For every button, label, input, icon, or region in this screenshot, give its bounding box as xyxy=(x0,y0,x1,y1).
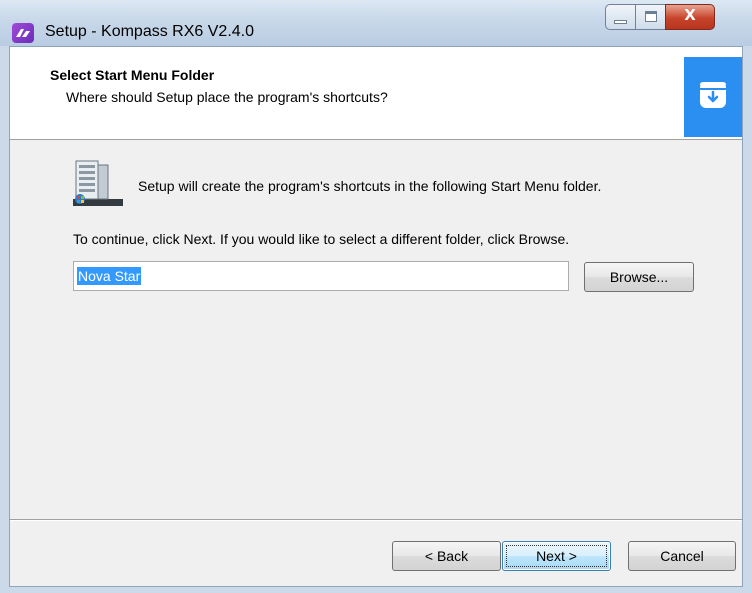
wizard-client-area: Select Start Menu Folder Where should Se… xyxy=(9,46,743,587)
info-text: Setup will create the program's shortcut… xyxy=(138,178,602,194)
window-title: Setup - Kompass RX6 V2.4.0 xyxy=(45,23,254,40)
cancel-button[interactable]: Cancel xyxy=(628,541,736,571)
minimize-button[interactable] xyxy=(605,4,636,30)
next-button[interactable]: Next > xyxy=(502,541,611,571)
install-box-icon xyxy=(684,57,742,137)
instruction-text: To continue, click Next. If you would li… xyxy=(73,231,570,247)
maximize-icon xyxy=(645,11,657,22)
footer-divider xyxy=(10,519,742,521)
close-icon: X xyxy=(684,6,696,24)
wizard-header: Select Start Menu Folder Where should Se… xyxy=(10,47,742,140)
browse-button[interactable]: Browse... xyxy=(584,262,694,292)
setup-window: Setup - Kompass RX6 V2.4.0 X Select Star… xyxy=(0,0,752,593)
back-button[interactable]: < Back xyxy=(392,541,501,571)
focus-ring xyxy=(506,545,607,567)
page-title: Select Start Menu Folder xyxy=(50,67,215,83)
folder-name-input[interactable]: Nova Star xyxy=(73,261,569,291)
page-subtitle: Where should Setup place the program's s… xyxy=(66,89,388,105)
folder-name-value: Nova Star xyxy=(77,267,142,285)
title-bar[interactable]: Setup - Kompass RX6 V2.4.0 X xyxy=(0,0,752,46)
maximize-button[interactable] xyxy=(635,4,666,30)
close-button[interactable]: X xyxy=(665,4,715,30)
start-menu-folder-icon xyxy=(73,159,123,207)
app-icon xyxy=(12,23,34,43)
minimize-icon xyxy=(614,20,627,24)
